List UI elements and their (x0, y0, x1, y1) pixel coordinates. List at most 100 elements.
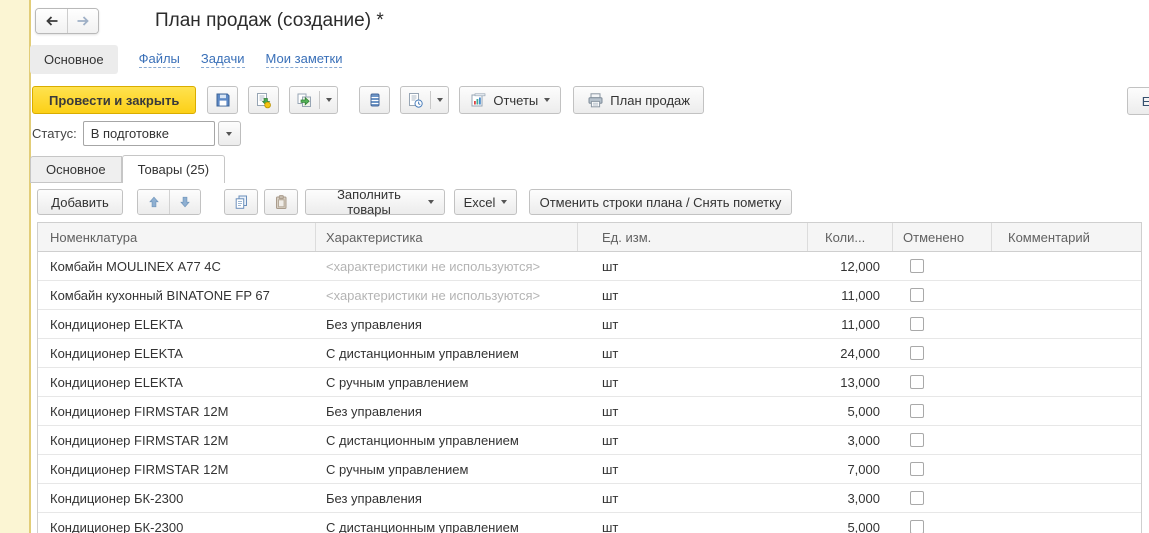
unit-cell: шт (578, 252, 808, 280)
column-header-cancelled[interactable]: Отменено (893, 223, 992, 251)
more-button[interactable]: Еще (1127, 87, 1149, 115)
reports-button[interactable]: Отчеты (459, 86, 561, 114)
characteristic-cell: Без управления (316, 310, 578, 338)
characteristic-cell: Без управления (316, 484, 578, 512)
cancelled-checkbox[interactable] (910, 433, 924, 447)
add-row-button[interactable]: Добавить (37, 189, 123, 215)
cancelled-checkbox[interactable] (910, 259, 924, 273)
characteristic-cell: С ручным управлением (316, 455, 578, 483)
post-document-button[interactable] (248, 86, 279, 114)
table-row[interactable]: Кондиционер БК-2300С дистанционным управ… (38, 513, 1141, 533)
quantity-cell: 12,000 (808, 252, 893, 280)
excel-button[interactable]: Excel (454, 189, 517, 215)
left-panel-strip (0, 0, 31, 533)
cancelled-cell (893, 252, 992, 280)
paste-row-button[interactable] (264, 189, 298, 215)
comment-cell (992, 310, 1141, 338)
quantity-cell: 5,000 (808, 397, 893, 425)
nomenclature-cell: Кондиционер ELEKTA (38, 339, 316, 367)
form-tabs: Основное Товары (25) (30, 155, 225, 183)
post-document-icon (255, 92, 272, 109)
move-up-button[interactable] (138, 190, 169, 214)
table-row[interactable]: Комбайн MOULINEX А77 4С<характеристики н… (38, 252, 1141, 281)
dropdown-caret-icon (428, 200, 434, 204)
nav-tab-notes[interactable]: Мои заметки (266, 51, 343, 68)
back-button[interactable] (36, 9, 67, 33)
cancelled-cell (893, 281, 992, 309)
printer-icon (587, 92, 604, 109)
back-arrow-icon (44, 13, 60, 29)
comment-cell (992, 339, 1141, 367)
cancelled-checkbox[interactable] (910, 491, 924, 505)
unit-cell: шт (578, 426, 808, 454)
characteristic-cell: С дистанционным управлением (316, 426, 578, 454)
copy-row-button[interactable] (224, 189, 258, 215)
cancelled-checkbox[interactable] (910, 462, 924, 476)
create-based-on-button[interactable] (289, 86, 338, 114)
cancel-plan-lines-button[interactable]: Отменить строки плана / Снять пометку (529, 189, 792, 215)
dropdown-caret-icon (326, 98, 332, 102)
column-header-nomenclature[interactable]: Номенклатура (38, 223, 316, 251)
table-row[interactable]: Кондиционер ELEKTAС ручным управлениемшт… (38, 368, 1141, 397)
unit-cell: шт (578, 281, 808, 309)
comment-cell (992, 368, 1141, 396)
nomenclature-cell: Кондиционер БК-2300 (38, 513, 316, 533)
nav-tab-tasks[interactable]: Задачи (201, 51, 245, 68)
fill-goods-label: Заполнить товары (316, 187, 422, 217)
table-row[interactable]: Кондиционер FIRMSTAR 12MБез управленияшт… (38, 397, 1141, 426)
cancelled-cell (893, 397, 992, 425)
sales-plan-window: План продаж (создание) * Основное Файлы … (0, 0, 1149, 533)
tab-main[interactable]: Основное (30, 156, 122, 183)
table-row[interactable]: Комбайн кухонный BINATONE FP 67<характер… (38, 281, 1141, 310)
comment-cell (992, 281, 1141, 309)
move-down-button[interactable] (169, 190, 200, 214)
unit-cell: шт (578, 484, 808, 512)
quantity-cell: 13,000 (808, 368, 893, 396)
document-history-icon (407, 92, 424, 109)
command-bar: Провести и закрыть (32, 86, 704, 114)
comment-cell (992, 252, 1141, 280)
forward-button[interactable] (67, 9, 98, 33)
table-row[interactable]: Кондиционер ELEKTAБез управленияшт11,000 (38, 310, 1141, 339)
quantity-cell: 5,000 (808, 513, 893, 533)
cancelled-checkbox[interactable] (910, 375, 924, 389)
save-icon (215, 92, 231, 108)
tab-goods[interactable]: Товары (25) (122, 155, 225, 183)
registers-list-button[interactable] (359, 86, 390, 114)
cancelled-checkbox[interactable] (910, 346, 924, 360)
dropdown-caret-icon (501, 200, 507, 204)
status-dropdown-button[interactable] (218, 121, 241, 146)
nav-tab-files[interactable]: Файлы (139, 51, 180, 68)
status-combobox[interactable]: В подготовке (83, 121, 215, 146)
table-row[interactable]: Кондиционер ELEKTAС дистанционным управл… (38, 339, 1141, 368)
quantity-cell: 3,000 (808, 484, 893, 512)
table-row[interactable]: Кондиционер FIRMSTAR 12MС дистанционным … (38, 426, 1141, 455)
nomenclature-cell: Кондиционер FIRMSTAR 12M (38, 397, 316, 425)
table-row[interactable]: Кондиционер FIRMSTAR 12MС ручным управле… (38, 455, 1141, 484)
post-and-close-button[interactable]: Провести и закрыть (32, 86, 196, 114)
document-history-button[interactable] (400, 86, 449, 114)
cancelled-checkbox[interactable] (910, 288, 924, 302)
cancelled-checkbox[interactable] (910, 317, 924, 331)
quantity-cell: 3,000 (808, 426, 893, 454)
nav-tab-main[interactable]: Основное (30, 45, 118, 74)
comment-cell (992, 397, 1141, 425)
column-header-comment[interactable]: Комментарий (992, 223, 1141, 251)
save-button[interactable] (207, 86, 238, 114)
cancelled-checkbox[interactable] (910, 520, 924, 533)
print-plan-button[interactable]: План продаж (573, 86, 704, 114)
excel-label: Excel (464, 195, 496, 210)
column-header-unit[interactable]: Ед. изм. (578, 223, 808, 251)
nomenclature-cell: Комбайн кухонный BINATONE FP 67 (38, 281, 316, 309)
unit-cell: шт (578, 310, 808, 338)
column-header-quantity[interactable]: Коли... (808, 223, 893, 251)
move-row-group (137, 189, 201, 215)
fill-goods-button[interactable]: Заполнить товары (305, 189, 445, 215)
cancelled-checkbox[interactable] (910, 404, 924, 418)
status-label: Статус: (32, 126, 77, 141)
quantity-cell: 24,000 (808, 339, 893, 367)
table-row[interactable]: Кондиционер БК-2300Без управленияшт3,000 (38, 484, 1141, 513)
table-header: Номенклатура Характеристика Ед. изм. Кол… (38, 222, 1141, 252)
column-header-characteristic[interactable]: Характеристика (316, 223, 578, 251)
reports-icon (470, 92, 487, 109)
